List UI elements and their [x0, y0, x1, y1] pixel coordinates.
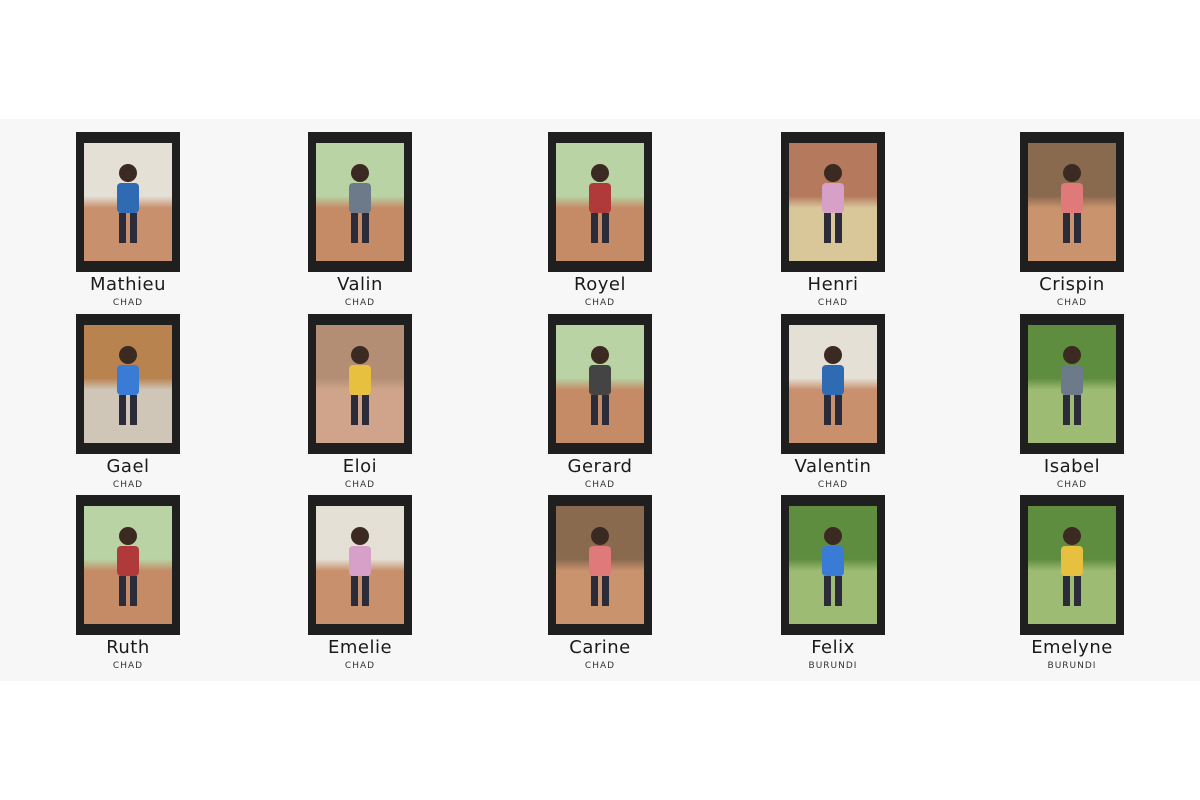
child-name: Mathieu: [89, 274, 166, 295]
child-country: CHAD: [1056, 480, 1088, 490]
photo-frame: [1020, 314, 1124, 454]
photo-frame: [308, 314, 412, 454]
child-photo: [1028, 143, 1116, 261]
child-country: CHAD: [344, 480, 376, 490]
child-name: Henri: [807, 274, 859, 295]
child-photo: [1028, 325, 1116, 443]
child-name: Emelyne: [1031, 637, 1113, 658]
child-photo: [316, 506, 404, 624]
photo-frame: [548, 132, 652, 272]
child-country: CHAD: [344, 661, 376, 671]
photo-frame: [308, 132, 412, 272]
photo-frame: [548, 314, 652, 454]
child-photo: [789, 506, 877, 624]
child-country: CHAD: [344, 298, 376, 308]
child-country: CHAD: [817, 480, 849, 490]
child-name: Crispin: [1039, 274, 1105, 295]
child-country: CHAD: [584, 480, 616, 490]
child-country: CHAD: [112, 661, 144, 671]
child-country: BURUNDI: [808, 661, 858, 671]
photo-frame: [76, 495, 180, 635]
child-name: Valentin: [794, 456, 872, 477]
photo-frame: [781, 495, 885, 635]
child-name: Gael: [106, 456, 150, 477]
photo-frame: [548, 495, 652, 635]
child-country: CHAD: [112, 480, 144, 490]
child-photo: [84, 506, 172, 624]
child-country: CHAD: [1056, 298, 1088, 308]
child-name: Carine: [569, 637, 631, 658]
child-photo: [789, 325, 877, 443]
child-name: Valin: [337, 274, 383, 295]
child-name: Ruth: [106, 637, 150, 658]
child-photo: [556, 506, 644, 624]
child-name: Emelie: [327, 637, 393, 658]
child-photo: [84, 325, 172, 443]
child-photo: [1028, 506, 1116, 624]
child-photo: [84, 143, 172, 261]
child-photo: [556, 143, 644, 261]
photo-frame: [1020, 495, 1124, 635]
child-photo: [789, 143, 877, 261]
child-country: CHAD: [584, 661, 616, 671]
child-photo: [316, 325, 404, 443]
child-country: CHAD: [112, 298, 144, 308]
child-country: BURUNDI: [1047, 661, 1097, 671]
photo-frame: [781, 314, 885, 454]
child-name: Royel: [574, 274, 626, 295]
child-name: Eloi: [342, 456, 378, 477]
child-country: CHAD: [584, 298, 616, 308]
photo-frame: [76, 314, 180, 454]
child-photo: [316, 143, 404, 261]
photo-frame: [308, 495, 412, 635]
child-country: CHAD: [817, 298, 849, 308]
child-name: Isabel: [1043, 456, 1101, 477]
photo-frame: [781, 132, 885, 272]
child-name: Gerard: [567, 456, 633, 477]
child-name: Felix: [811, 637, 855, 658]
photo-frame: [1020, 132, 1124, 272]
photo-frame: [76, 132, 180, 272]
child-photo: [556, 325, 644, 443]
